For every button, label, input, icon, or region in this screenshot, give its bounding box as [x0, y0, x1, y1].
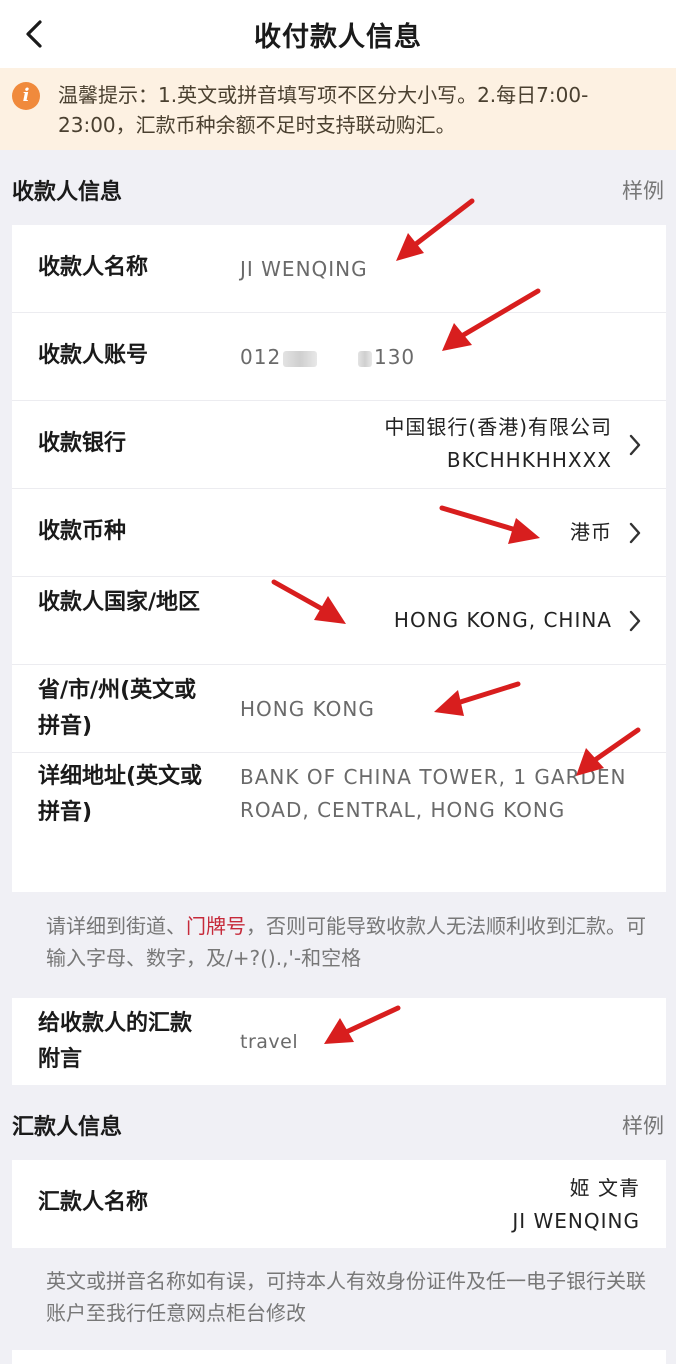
payee-address-row[interactable]: 详细地址(英文或拼音) BANK OF CHINA TOWER, 1 GARDE…	[12, 753, 666, 892]
nav-bar: 收付款人信息	[0, 0, 676, 68]
payee-country-value: HONG KONG, CHINA	[393, 608, 612, 632]
next-card-edge	[12, 1350, 666, 1364]
payee-account-row[interactable]: 收款人账号 012 130	[12, 313, 666, 401]
tip-banner: i 温馨提示：1.英文或拼音填写项不区分大小写。2.每日7:00-23:00，汇…	[0, 68, 676, 150]
payee-name-value[interactable]: JI WENQING	[240, 253, 368, 286]
payee-name-label: 收款人名称	[38, 255, 149, 280]
payee-province-row[interactable]: 省/市/州(英文或拼音) HONG KONG	[12, 665, 666, 753]
message-row[interactable]: 给收款人的汇款附言 travel	[12, 998, 666, 1085]
payee-currency-label: 收款币种	[38, 519, 127, 544]
message-value[interactable]: travel	[240, 1026, 298, 1059]
account-mask	[283, 350, 318, 367]
account-mask	[357, 350, 372, 367]
bank-swift: BKCHHKHHXXX	[446, 448, 612, 472]
payee-card: 收款人名称 JI WENQING 收款人账号 012 130 收款银行 中国银行…	[12, 225, 666, 892]
payee-section-header: 收款人信息 样例	[0, 170, 676, 210]
payer-example-link[interactable]: 样例	[622, 1110, 664, 1140]
payee-section-title: 收款人信息	[12, 180, 123, 205]
payer-card: 汇款人名称 姬 文青 JI WENQING	[12, 1160, 666, 1248]
payee-province-value[interactable]: HONG KONG	[240, 693, 375, 726]
address-note: 请详细到街道、门牌号，否则可能导致收款人无法顺利收到汇款。可输入字母、数字，及/…	[0, 910, 676, 974]
address-note-text: 请详细到街道、	[46, 914, 186, 938]
payee-bank-label: 收款银行	[38, 431, 127, 456]
chevron-left-icon	[26, 20, 42, 48]
message-card: 给收款人的汇款附言 travel	[12, 998, 666, 1085]
payee-address-label: 详细地址(英文或拼音)	[38, 764, 203, 825]
info-icon: i	[12, 82, 40, 110]
bank-name: 中国银行(香港)有限公司	[384, 415, 612, 439]
payer-name-label: 汇款人名称	[38, 1190, 149, 1215]
payer-section-title: 汇款人信息	[12, 1115, 123, 1140]
payer-section-header: 汇款人信息 样例	[0, 1105, 676, 1145]
payee-address-value[interactable]: BANK OF CHINA TOWER, 1 GARDEN ROAD, CENT…	[240, 761, 650, 827]
payee-currency-row[interactable]: 收款币种 港币	[12, 489, 666, 577]
payee-name-row[interactable]: 收款人名称 JI WENQING	[12, 225, 666, 313]
address-note-highlight: 门牌号	[186, 914, 246, 938]
tip-text: 温馨提示：1.英文或拼音填写项不区分大小写。2.每日7:00-23:00，汇款币…	[58, 83, 589, 137]
chevron-right-icon	[629, 610, 641, 632]
payer-note: 英文或拼音名称如有误，可持本人有效身份证件及任一电子银行关联账户至我行任意网点柜…	[46, 1269, 646, 1325]
payee-country-label: 收款人国家/地区	[38, 590, 201, 615]
payee-currency-value: 港币	[570, 520, 612, 544]
payer-name-cn: 姬 文青	[569, 1176, 640, 1200]
back-button[interactable]	[14, 14, 54, 54]
payee-example-link[interactable]: 样例	[622, 175, 664, 205]
payer-name-en: JI WENQING	[512, 1209, 640, 1233]
payer-name-row: 汇款人名称 姬 文青 JI WENQING	[12, 1160, 666, 1248]
payee-country-row[interactable]: 收款人国家/地区 HONG KONG, CHINA	[12, 577, 666, 665]
chevron-right-icon	[629, 522, 641, 544]
payee-province-label: 省/市/州(英文或拼音)	[38, 678, 197, 739]
payee-bank-row[interactable]: 收款银行 中国银行(香港)有限公司 BKCHHKHHXXX	[12, 401, 666, 489]
chevron-right-icon	[629, 434, 641, 456]
account-prefix: 012	[240, 345, 282, 369]
payee-account-value[interactable]: 012 130	[240, 341, 415, 374]
page-title: 收付款人信息	[254, 21, 422, 53]
message-label: 给收款人的汇款附言	[38, 1011, 193, 1072]
payee-account-label: 收款人账号	[38, 343, 149, 368]
payee-bank-value: 中国银行(香港)有限公司 BKCHHKHHXXX	[384, 411, 612, 477]
payer-name-value: 姬 文青 JI WENQING	[512, 1172, 640, 1238]
account-suffix: 130	[373, 345, 416, 369]
